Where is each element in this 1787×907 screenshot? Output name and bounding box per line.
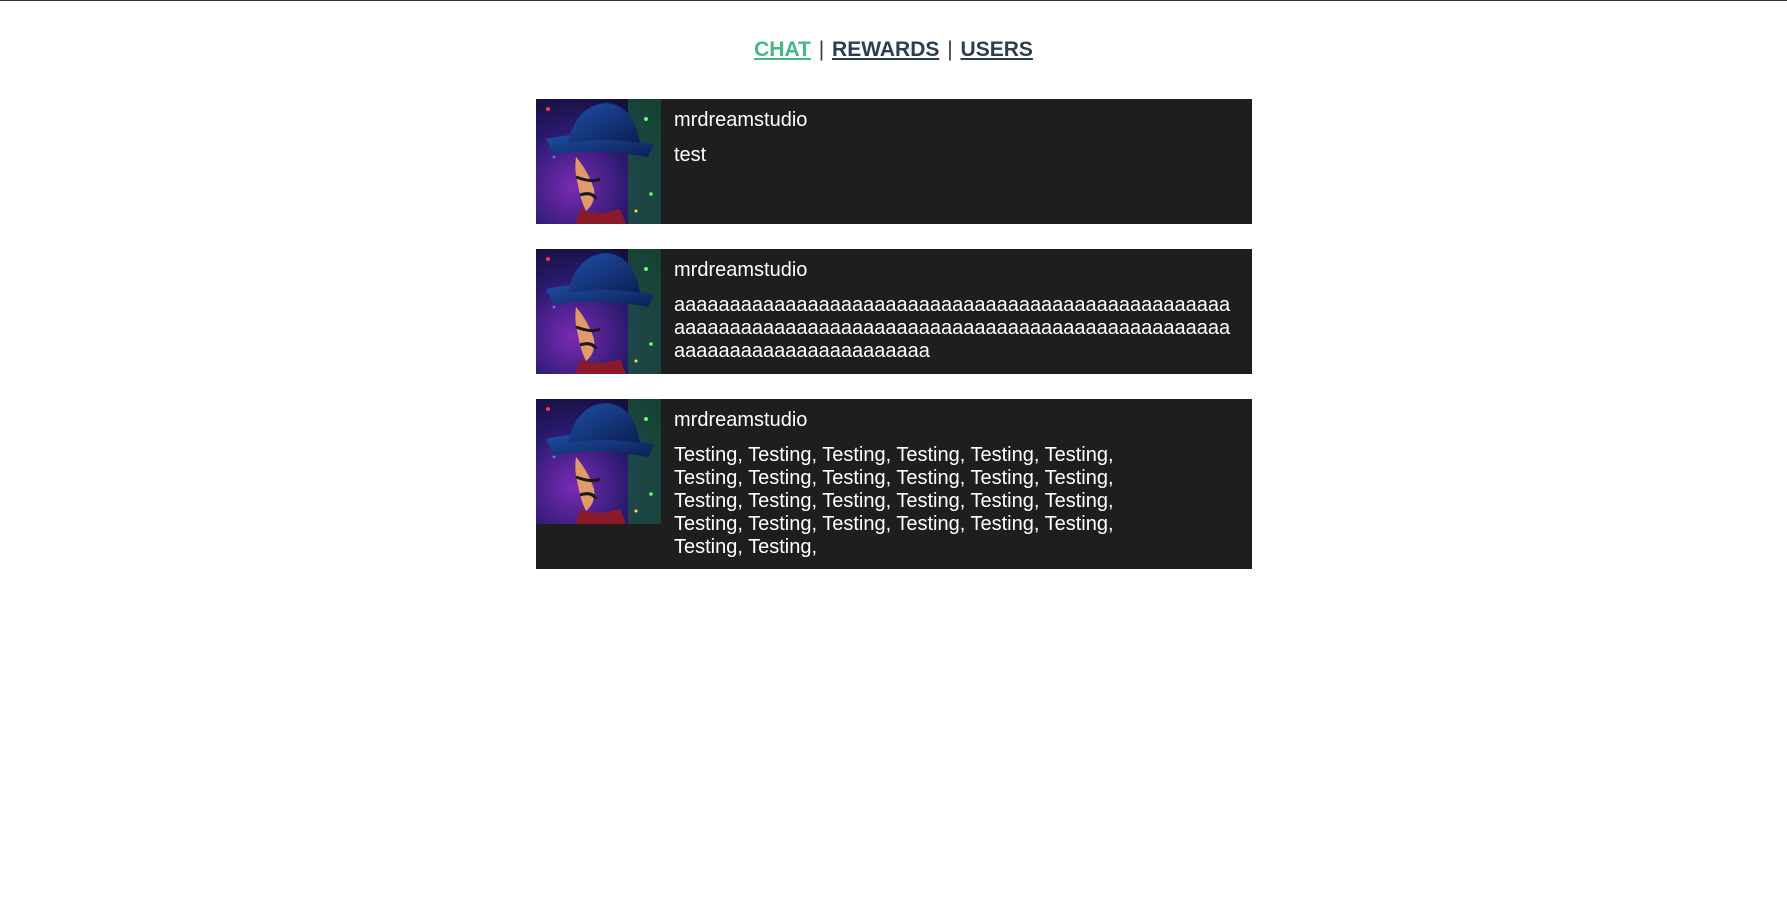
- nav-separator: |: [947, 38, 953, 61]
- message-username: mrdreamstudio: [674, 259, 808, 281]
- message-text: test: [674, 144, 707, 166]
- nav-link-users[interactable]: USERS: [961, 38, 1033, 61]
- main-nav: CHAT | REWARDS | USERS: [0, 36, 1787, 64]
- nav-link-chat[interactable]: CHAT: [754, 38, 811, 61]
- chat-message: mrdreamstudio test: [536, 99, 1252, 224]
- message-username: mrdreamstudio: [674, 409, 808, 431]
- message-text: Testing, Testing, Testing, Testing, Test…: [674, 444, 1114, 558]
- message-text: aaaaaaaaaaaaaaaaaaaaaaaaaaaaaaaaaaaaaaaa…: [674, 294, 1231, 362]
- message-username: mrdreamstudio: [674, 109, 808, 131]
- chat-message: mrdreamstudio Testing, Testing, Testing,…: [536, 399, 1252, 569]
- wizard-avatar-icon: [536, 249, 661, 374]
- chat-feed: mrdreamstudio test mrdreamstudio aaaaaaa…: [536, 99, 1252, 594]
- wizard-avatar-icon: [536, 99, 661, 224]
- message-body: mrdreamstudio aaaaaaaaaaaaaaaaaaaaaaaaaa…: [661, 249, 1252, 373]
- chat-message: mrdreamstudio aaaaaaaaaaaaaaaaaaaaaaaaaa…: [536, 249, 1252, 374]
- nav-link-rewards[interactable]: REWARDS: [832, 38, 939, 61]
- nav-separator: |: [818, 38, 825, 61]
- top-border: [0, 0, 1787, 1]
- message-body: mrdreamstudio test: [661, 99, 1252, 177]
- wizard-avatar-icon: [536, 399, 661, 524]
- message-body: mrdreamstudio Testing, Testing, Testing,…: [661, 399, 1252, 569]
